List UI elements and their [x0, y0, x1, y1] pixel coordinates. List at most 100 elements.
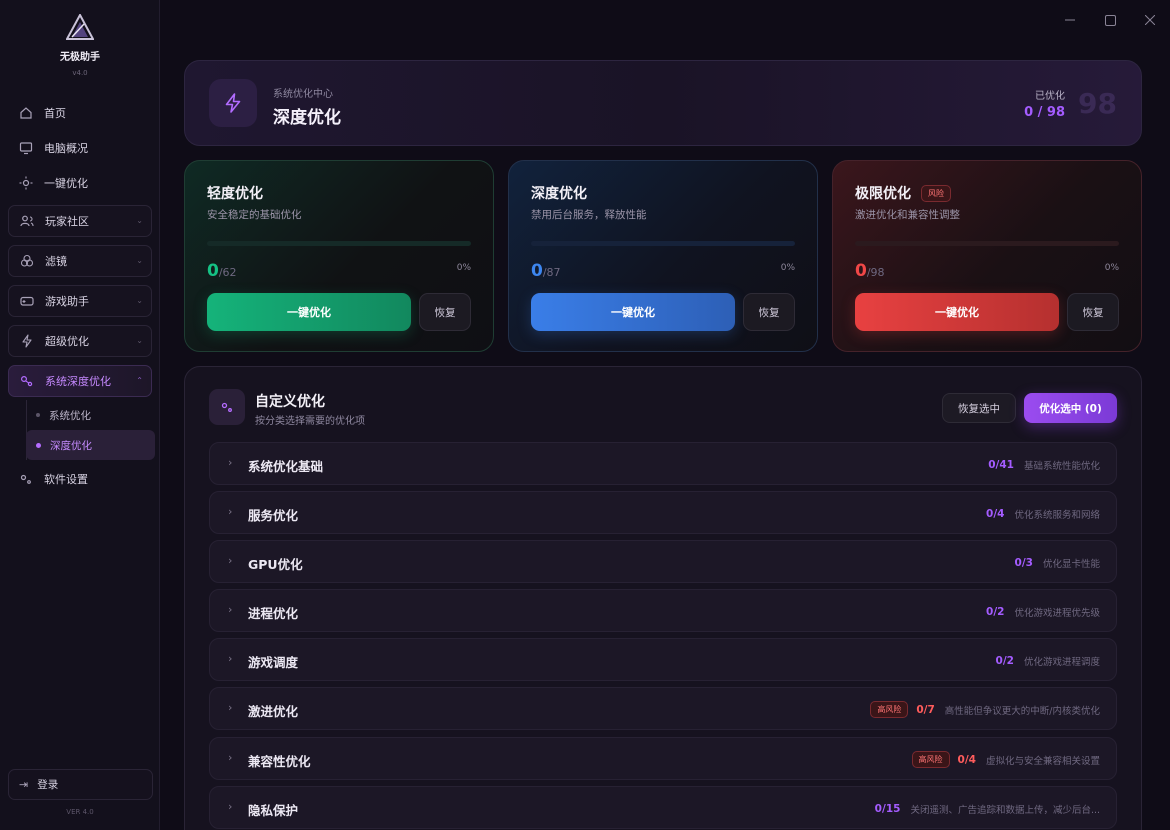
category-meta: 高风险 0/7 高性能但争议更大的中断/内核类优化 — [870, 688, 1100, 731]
category-count: 0/7 — [916, 703, 935, 716]
category-description: 关闭遥测、广告追踪和数据上传，减少后台... — [910, 804, 1100, 816]
app-name: 无极助手 — [60, 52, 100, 63]
logo-icon — [66, 14, 94, 40]
optimized-count: 0 / 98 — [1024, 105, 1065, 120]
category-meta: 0/2 优化游戏进程优先级 — [986, 590, 1100, 633]
category-description: 优化显卡性能 — [1042, 558, 1100, 570]
category-name: 系统优化基础 — [248, 459, 324, 474]
tier-done-count: 0 — [855, 261, 867, 281]
settings-icon — [18, 471, 34, 487]
category-meta: 高风险 0/4 虚拟化与安全兼容相关设置 — [911, 738, 1100, 781]
high-risk-badge: 高风险 — [911, 751, 950, 768]
chevron-down-icon: ⌄ — [136, 296, 143, 305]
sidebar-item-one-click[interactable]: 一键优化 — [8, 167, 152, 199]
category-row[interactable]: › 激进优化 高风险 0/7 高性能但争议更大的中断/内核类优化 — [209, 687, 1117, 730]
nodes-icon — [209, 389, 245, 425]
category-name: 激进优化 — [248, 704, 299, 719]
tier-restore-button[interactable]: 恢复 — [1067, 293, 1119, 331]
restore-selected-button[interactable]: 恢复选中 — [942, 393, 1016, 423]
tier-progress-count: 0/87 — [531, 261, 561, 281]
tier-optimize-button[interactable]: 一键优化 — [207, 293, 411, 331]
category-description: 基础系统性能优化 — [1023, 460, 1100, 472]
sidebar-item-settings[interactable]: 软件设置 — [8, 463, 152, 495]
tier-description: 激进优化和兼容性调整 — [855, 209, 960, 221]
bolt-icon — [225, 93, 241, 113]
category-description: 虚拟化与安全兼容相关设置 — [985, 755, 1100, 767]
category-meta: 0/41 基础系统性能优化 — [988, 443, 1100, 486]
gamepad-icon — [19, 293, 35, 309]
sidebar-item-game-assistant[interactable]: 游戏助手 ⌄ — [8, 285, 152, 317]
custom-panel-subtitle: 按分类选择需要的优化项 — [255, 416, 365, 427]
page-title: 深度优化 — [273, 108, 341, 128]
category-name: 游戏调度 — [248, 655, 299, 670]
bolt-icon — [19, 333, 35, 349]
category-count: 0/3 — [1014, 556, 1033, 569]
category-name: 服务优化 — [248, 508, 299, 523]
sidebar-item-label: 软件设置 — [44, 473, 88, 486]
tier-title: 极限优化 — [855, 186, 911, 202]
bullet-dot — [36, 442, 41, 448]
category-count: 0/4 — [957, 753, 976, 766]
sidebar-item-system-deep-optimize[interactable]: 系统深度优化 ⌃ — [8, 365, 152, 397]
category-count: 0/2 — [986, 605, 1005, 618]
high-risk-badge: 高风险 — [870, 701, 909, 718]
tier-optimize-button[interactable]: 一键优化 — [531, 293, 735, 331]
chevron-right-icon: › — [228, 652, 233, 665]
sidebar-subitem-deep-optimize[interactable]: 深度优化 — [26, 430, 155, 460]
category-count: 0/4 — [986, 507, 1005, 520]
sidebar-item-super-optimize[interactable]: 超级优化 ⌄ — [8, 325, 152, 357]
users-icon — [19, 213, 35, 229]
sidebar-subitem-label: 系统优化 — [49, 409, 91, 422]
sidebar-item-filter[interactable]: 滤镜 ⌄ — [8, 245, 152, 277]
login-button[interactable]: ⇥ 登录 — [8, 769, 153, 800]
tier-title: 轻度优化 — [207, 186, 263, 202]
chevron-right-icon: › — [228, 701, 233, 714]
tier-progress-bar — [531, 241, 795, 246]
category-row[interactable]: › 游戏调度 0/2 优化游戏进程调度 — [209, 638, 1117, 681]
category-row[interactable]: › GPU优化 0/3 优化显卡性能 — [209, 540, 1117, 583]
sidebar-item-label: 电脑概况 — [44, 142, 88, 155]
chevron-right-icon: › — [228, 554, 233, 567]
category-row[interactable]: › 进程优化 0/2 优化游戏进程优先级 — [209, 589, 1117, 632]
sidebar-item-label: 超级优化 — [45, 335, 89, 348]
tier-done-count: 0 — [207, 261, 219, 281]
sidebar-item-pc-overview[interactable]: 电脑概况 — [8, 132, 152, 164]
category-row[interactable]: › 隐私保护 0/15 关闭遥测、广告追踪和数据上传，减少后台... — [209, 786, 1117, 829]
category-description: 高性能但争议更大的中断/内核类优化 — [944, 705, 1100, 717]
main-content: 系统优化中心 深度优化 已优化 0 / 98 98 轻度优化 安全稳定的基础优化… — [160, 0, 1170, 830]
category-meta: 0/4 优化系统服务和网络 — [986, 492, 1100, 535]
bullet-dot — [36, 413, 40, 417]
sidebar-subitem-system-optimize[interactable]: 系统优化 — [26, 400, 155, 430]
category-name: 进程优化 — [248, 606, 299, 621]
sidebar-item-community[interactable]: 玩家社区 ⌄ — [8, 205, 152, 237]
tier-total-count: /98 — [866, 266, 885, 279]
tier-restore-button[interactable]: 恢复 — [743, 293, 795, 331]
app-logo-block: 无极助手 v4.0 — [0, 14, 160, 77]
category-row[interactable]: › 服务优化 0/4 优化系统服务和网络 — [209, 491, 1117, 534]
category-row[interactable]: › 兼容性优化 高风险 0/4 虚拟化与安全兼容相关设置 — [209, 737, 1117, 780]
sidebar-subitem-label: 深度优化 — [50, 439, 92, 452]
tier-progress-bar — [207, 241, 471, 246]
tier-done-count: 0 — [531, 261, 543, 281]
chevron-right-icon: › — [228, 505, 233, 518]
category-description: 优化系统服务和网络 — [1014, 509, 1100, 521]
chevron-right-icon: › — [228, 800, 233, 813]
app-version: v4.0 — [72, 69, 88, 77]
sidebar-item-home[interactable]: 首页 — [8, 97, 152, 129]
category-row[interactable]: › 系统优化基础 0/41 基础系统性能优化 — [209, 442, 1117, 485]
footer-version: VER 4.0 — [66, 808, 94, 816]
tier-optimize-button[interactable]: 一键优化 — [855, 293, 1059, 331]
sidebar: 无极助手 v4.0 首页 电脑概况 一键优化 玩家社区 ⌄ 滤镜 ⌄ 游戏助手 … — [0, 0, 160, 830]
tier-restore-button[interactable]: 恢复 — [419, 293, 471, 331]
custom-panel-title: 自定义优化 — [255, 394, 325, 410]
category-meta: 0/15 关闭遥测、广告追踪和数据上传，减少后台... — [875, 787, 1100, 830]
optimize-selected-button[interactable]: 优化选中 (0) — [1024, 393, 1117, 423]
chevron-right-icon: › — [228, 603, 233, 616]
header-subtitle: 系统优化中心 — [273, 89, 333, 100]
filter-icon — [19, 253, 35, 269]
chevron-up-icon: ⌃ — [136, 376, 143, 385]
chevron-down-icon: ⌄ — [136, 336, 143, 345]
tier-card-extreme: 极限优化 风险 激进优化和兼容性调整 0/98 0% 一键优化 恢复 — [832, 160, 1142, 352]
tier-progress-bar — [855, 241, 1119, 246]
home-icon — [18, 105, 34, 121]
